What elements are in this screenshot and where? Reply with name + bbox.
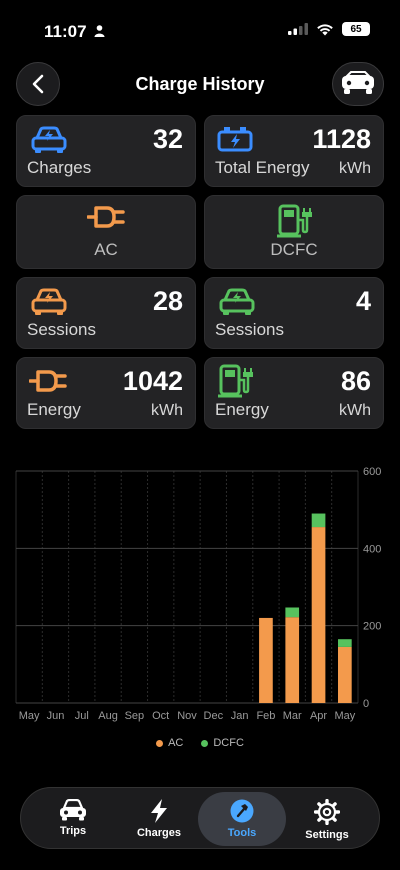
y-tick-label: 0: [363, 698, 369, 710]
tab-tools[interactable]: Tools: [198, 792, 286, 846]
x-tick-label: Oct: [152, 710, 169, 722]
cellular-signal-icon: [288, 23, 308, 35]
dc-energy-card: 86 Energy kWh: [204, 357, 384, 429]
ev-car-icon: [31, 288, 67, 315]
ev-station-icon: [277, 204, 312, 238]
x-tick-label: Sep: [125, 710, 145, 722]
ac-plug-icon: [29, 370, 67, 392]
total-energy-value: 1128: [312, 124, 371, 154]
status-time: 11:07: [44, 22, 105, 42]
total-energy-card: 1128 Total Energy kWh: [204, 115, 384, 187]
ac-sessions-card: 28 Sessions: [16, 277, 196, 349]
ac-sessions-label: Sessions: [27, 320, 96, 339]
bar-ac-11: [285, 617, 300, 703]
ac-label: AC: [94, 240, 118, 259]
charges-count: 32: [152, 124, 183, 154]
x-tick-label: Dec: [204, 710, 224, 722]
ev-station-icon: [218, 364, 253, 398]
ac-energy-value: 1042: [122, 366, 183, 396]
dcfc-card[interactable]: DCFC: [204, 195, 384, 269]
gear-icon: [314, 799, 340, 825]
hammer-icon: [230, 799, 254, 823]
dc-energy-value: 86: [340, 366, 371, 396]
car-icon: [60, 799, 86, 821]
ac-energy-label: Energy: [27, 400, 81, 419]
x-tick-label: Jan: [231, 710, 249, 722]
y-tick-label: 400: [363, 543, 381, 555]
x-tick-label: Nov: [177, 710, 197, 722]
tab-bar: Trips Charges Tools Settings: [20, 787, 380, 849]
ac-card[interactable]: AC: [16, 195, 196, 269]
charges-card: 32 Charges: [16, 115, 196, 187]
monthly-energy-chart: 0 200 400 600 May Jun Jul Aug Sep Oct Nov Dec Jan Feb…: [15, 466, 381, 722]
legend-item-dcfc: DCFC: [201, 737, 244, 749]
x-tick-label: Apr: [310, 710, 327, 722]
bar-ac-12: [311, 527, 326, 703]
x-tick-label: Aug: [98, 710, 118, 722]
battery-indicator: 65: [342, 22, 370, 36]
vehicles-button[interactable]: [332, 62, 384, 106]
x-tick-label: Feb: [256, 710, 275, 722]
x-tick-label: Mar: [283, 710, 302, 722]
dcfc-label: DCFC: [270, 240, 318, 259]
battery-icon: [217, 127, 253, 152]
dc-energy-unit: kWh: [339, 402, 371, 419]
legend-item-ac: AC: [156, 737, 183, 749]
tab-trips[interactable]: Trips: [29, 792, 117, 846]
dc-energy-label: Energy: [215, 400, 269, 419]
bolt-icon: [151, 799, 167, 823]
bar-dcfc-12: [311, 513, 326, 528]
wifi-icon: [317, 23, 333, 35]
ac-energy-unit: kWh: [151, 402, 183, 419]
dc-sessions-card: 4 Sessions: [204, 277, 384, 349]
charges-label: Charges: [27, 158, 92, 177]
tab-settings[interactable]: Settings: [283, 792, 371, 846]
bar-ac-10: [259, 617, 273, 703]
total-energy-label: Total Energy: [215, 158, 310, 177]
y-tick-label: 600: [363, 466, 381, 478]
nav-header: Charge History: [0, 62, 400, 108]
ev-car-icon: [31, 126, 67, 153]
person-icon: [94, 25, 105, 37]
y-tick-label: 200: [363, 621, 381, 633]
status-icons: 65: [288, 22, 370, 36]
bar-dcfc-13: [338, 639, 352, 647]
ac-energy-card: 1042 Energy kWh: [16, 357, 196, 429]
ac-dot: [156, 739, 164, 747]
x-tick-label: Jul: [75, 710, 89, 722]
total-energy-unit: kWh: [339, 160, 371, 177]
bar-ac-13: [338, 646, 352, 703]
ev-car-icon: [219, 288, 255, 315]
bar-dcfc-11: [285, 607, 300, 618]
status-bar: 11:07 65: [0, 0, 400, 56]
cars-icon: [342, 71, 374, 94]
tab-charges[interactable]: Charges: [115, 792, 203, 846]
x-tick-label: May: [334, 710, 355, 722]
dc-sessions-value: 4: [355, 286, 371, 316]
x-tick-label: May: [19, 710, 40, 722]
ac-sessions-value: 28: [152, 286, 183, 316]
ac-plug-icon: [87, 206, 125, 228]
chart-legend: AC DCFC: [0, 737, 400, 749]
dcfc-dot: [201, 739, 209, 747]
dc-sessions-label: Sessions: [215, 320, 284, 339]
x-tick-label: Jun: [47, 710, 65, 722]
